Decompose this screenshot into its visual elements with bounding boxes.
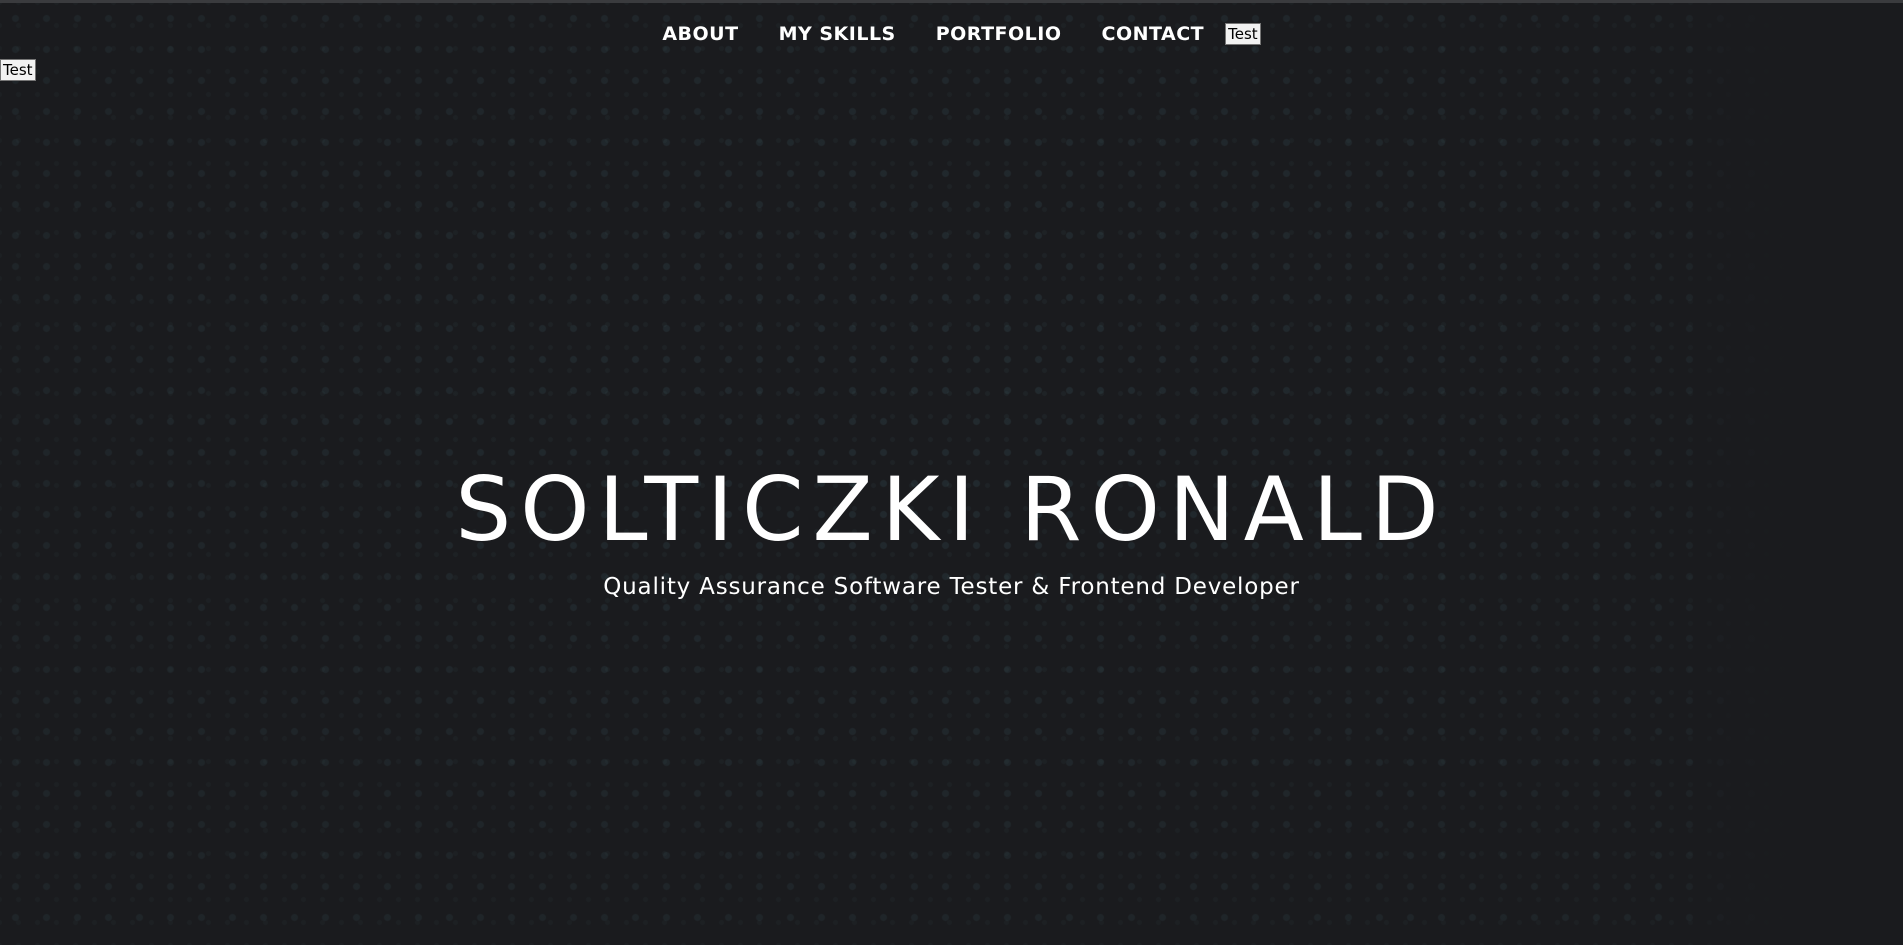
nav-item-contact[interactable]: CONTACT: [1102, 23, 1205, 45]
nav-test-button[interactable]: Test: [1225, 23, 1261, 45]
nav-item-about[interactable]: ABOUT: [662, 23, 738, 45]
nav-item-my-skills[interactable]: MY SKILLS: [779, 23, 896, 45]
nav-item-portfolio[interactable]: PORTFOLIO: [936, 23, 1062, 45]
main-nav: ABOUT MY SKILLS PORTFOLIO CONTACT Test: [0, 19, 1903, 49]
hero-title: SOLTICZKI RONALD: [455, 458, 1448, 561]
hero-subtitle: Quality Assurance Software Tester & Fron…: [603, 574, 1300, 600]
corner-test-button[interactable]: Test: [0, 59, 36, 81]
